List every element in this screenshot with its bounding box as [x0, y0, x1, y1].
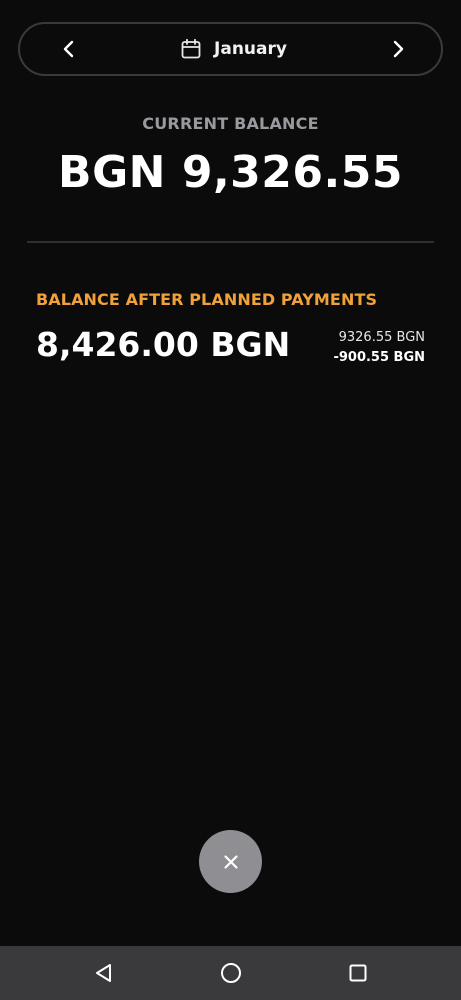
- next-month-button[interactable]: [385, 36, 411, 62]
- month-display[interactable]: January: [180, 38, 287, 60]
- current-balance-label: CURRENT BALANCE: [142, 114, 319, 133]
- system-recents-button[interactable]: [343, 958, 373, 988]
- chevron-right-icon: [393, 40, 404, 58]
- back-triangle-icon: [95, 964, 111, 982]
- month-selector: January: [18, 22, 443, 76]
- home-circle-icon: [220, 963, 241, 983]
- section-divider: [27, 241, 434, 243]
- system-back-button[interactable]: [89, 958, 119, 988]
- current-balance-value: BGN 9,326.55: [58, 147, 403, 198]
- breakdown-planned-payments: -900.55 BGN: [333, 350, 425, 365]
- calendar-icon: [181, 38, 201, 59]
- planned-balance-value: 8,426.00 BGN: [36, 325, 291, 364]
- month-label: January: [214, 39, 287, 59]
- planned-balance-label: BALANCE AFTER PLANNED PAYMENTS: [36, 290, 378, 309]
- recents-square-icon: [349, 964, 366, 982]
- app-screen: January CURRENT BALANCE BGN 9,326.55 BAL…: [0, 0, 461, 1000]
- chevron-left-icon: [63, 40, 74, 58]
- balance-breakdown: 9326.55 BGN -900.55 BGN: [333, 329, 425, 369]
- close-button[interactable]: [199, 830, 262, 893]
- previous-month-button[interactable]: [56, 36, 82, 62]
- system-home-button[interactable]: [216, 958, 246, 988]
- close-icon: [223, 854, 238, 869]
- breakdown-current-balance: 9326.55 BGN: [338, 330, 425, 345]
- system-navigation-bar: [0, 946, 461, 1000]
